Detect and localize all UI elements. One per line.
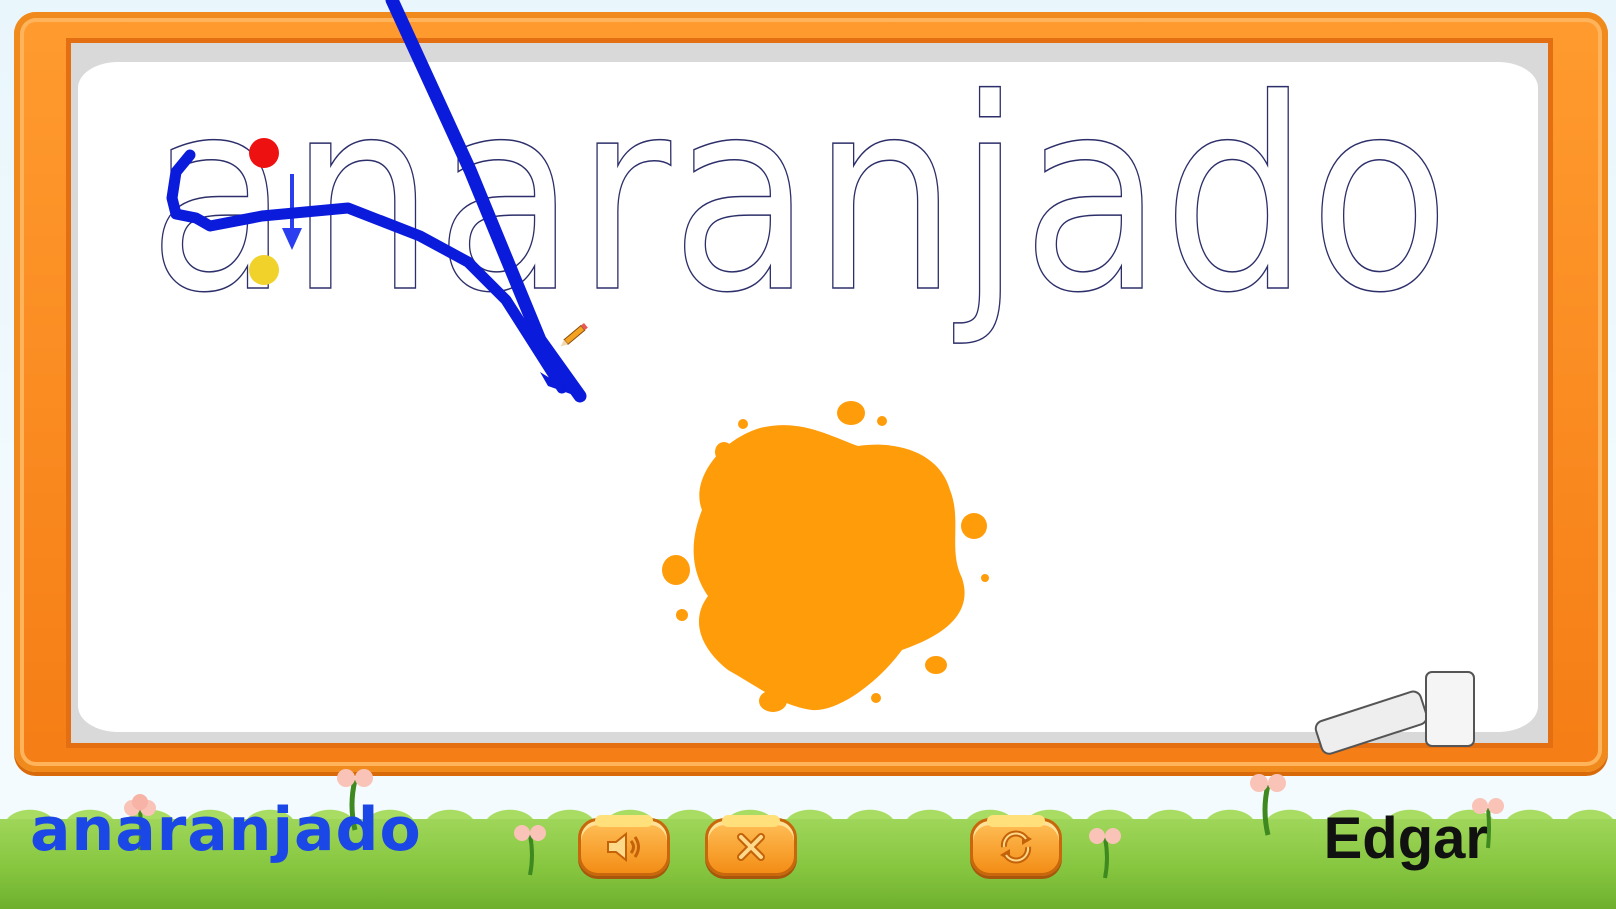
tracing-word: anaranjado xyxy=(148,43,1450,351)
eraser-icon[interactable] xyxy=(1314,671,1475,756)
refresh-icon xyxy=(1000,830,1032,864)
sound-button[interactable] xyxy=(578,815,670,876)
player-name: Edgar xyxy=(1323,806,1488,871)
current-word-label: anaranjado xyxy=(30,795,422,865)
orange-paint-splat xyxy=(662,401,989,712)
game-scene: anaranjado anaranjado Edgar xyxy=(0,0,1616,909)
speaker-icon xyxy=(607,831,640,863)
end-dot xyxy=(249,255,279,285)
close-button[interactable] xyxy=(705,815,797,876)
button-drip xyxy=(987,815,1045,827)
reset-button[interactable] xyxy=(970,815,1062,876)
tracing-canvas[interactable]: anaranjado xyxy=(0,0,1616,909)
start-dot xyxy=(249,138,279,168)
button-drip xyxy=(595,815,653,827)
button-drip xyxy=(722,815,780,827)
x-icon xyxy=(737,833,765,861)
